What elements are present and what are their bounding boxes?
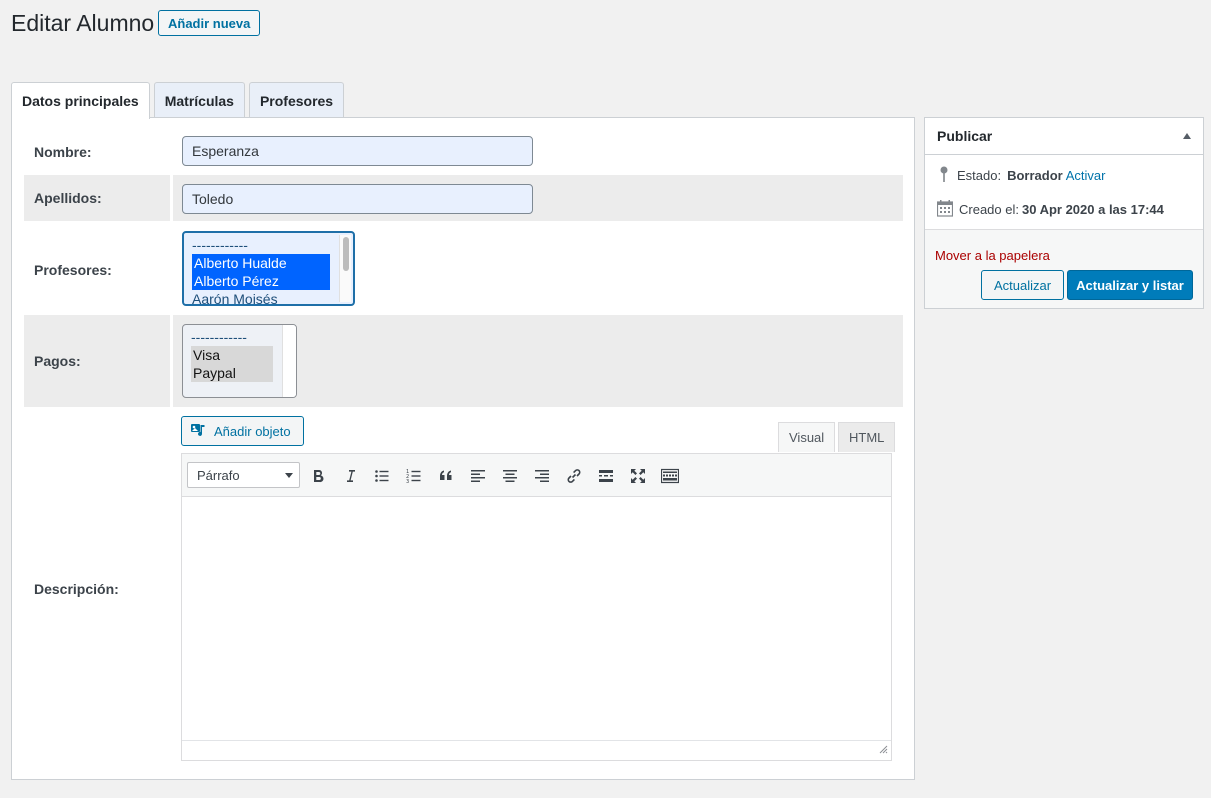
profesores-select[interactable]: ------------ Alberto Hualde Alberto Pére… (182, 231, 355, 306)
link-icon[interactable] (563, 465, 585, 487)
tab-bar: Datos principales Matrículas Profesores (11, 82, 348, 119)
update-and-list-button[interactable]: Actualizar y listar (1067, 270, 1193, 300)
publish-box: Publicar Estado: Borrador Activar Creado… (924, 117, 1204, 309)
publish-actions: Mover a la papelera Actualizar Actualiza… (925, 229, 1203, 308)
profesores-option[interactable]: Alberto Hualde (192, 254, 330, 272)
descripcion-label: Descripción: (34, 581, 119, 597)
format-select[interactable]: Párrafo (187, 462, 300, 488)
tab-matriculas[interactable]: Matrículas (153, 82, 245, 118)
read-more-icon[interactable] (595, 465, 617, 487)
publish-box-header[interactable]: Publicar (925, 118, 1203, 155)
activate-link[interactable]: Activar (1066, 168, 1106, 183)
row-pagos: Pagos: ------------ Visa Paypal (24, 315, 903, 407)
pin-icon (937, 165, 951, 186)
nombre-input[interactable]: Esperanza (182, 136, 533, 166)
update-button[interactable]: Actualizar (981, 270, 1064, 300)
row-apellidos: Apellidos: Toledo (24, 175, 903, 221)
bold-icon[interactable] (307, 465, 329, 487)
bullet-list-icon[interactable] (371, 465, 393, 487)
status-value: Borrador (1007, 168, 1063, 183)
created-value: 30 Apr 2020 a las 17:44 (1021, 202, 1164, 217)
pagos-select[interactable]: ------------ Visa Paypal (182, 324, 297, 398)
tab-profesores[interactable]: Profesores (248, 82, 345, 118)
created-line: Creado el: 30 Apr 2020 a las 17:44 (936, 199, 1164, 220)
blockquote-icon[interactable] (435, 465, 457, 487)
page-title: Editar Alumno (11, 10, 155, 36)
status-label: Estado: (957, 168, 1002, 183)
add-media-label: Añadir objeto (214, 423, 291, 439)
align-right-icon[interactable] (531, 465, 553, 487)
editor-statusbar (182, 740, 891, 760)
created-label: Creado el: (959, 202, 1019, 217)
pagos-option[interactable]: Paypal (191, 364, 273, 382)
pagos-option[interactable]: ------------ (183, 328, 273, 346)
align-left-icon[interactable] (467, 465, 489, 487)
italic-icon[interactable] (339, 465, 361, 487)
profesores-scrollbar[interactable] (339, 235, 351, 302)
resize-handle-icon[interactable] (878, 742, 888, 757)
profesores-label: Profesores: (34, 262, 112, 278)
nombre-label: Nombre: (34, 144, 92, 160)
trash-link[interactable]: Mover a la papelera (935, 248, 1050, 263)
profesores-option[interactable]: Aarón Moisés (184, 290, 353, 304)
chevron-down-icon (285, 473, 293, 478)
row-profesores: Profesores: ------------ Alberto Hualde … (24, 221, 903, 315)
editor-content-area[interactable] (182, 497, 891, 740)
collapse-arrow-icon[interactable] (1183, 133, 1191, 139)
status-line: Estado: Borrador Activar (937, 165, 1105, 186)
description-editor: Párrafo 123 (181, 453, 892, 761)
add-new-button[interactable]: Añadir nueva (158, 10, 261, 36)
apellidos-input[interactable]: Toledo (182, 184, 533, 214)
profesores-option[interactable]: Alberto Pérez (192, 272, 330, 290)
calendar-icon (936, 199, 954, 220)
profesores-option[interactable]: ------------ (184, 236, 324, 254)
media-icon (190, 422, 208, 441)
tab-datos-principales[interactable]: Datos principales (11, 82, 150, 119)
apellidos-label: Apellidos: (34, 190, 102, 206)
align-center-icon[interactable] (499, 465, 521, 487)
row-nombre: Nombre: Esperanza (24, 129, 903, 175)
html-tab[interactable]: HTML (838, 422, 896, 452)
fullscreen-icon[interactable] (627, 465, 649, 487)
format-select-value: Párrafo (197, 467, 240, 483)
publish-title: Publicar (937, 128, 993, 144)
toolbar-toggle-icon[interactable] (659, 465, 681, 487)
visual-tab[interactable]: Visual (778, 422, 836, 452)
numbered-list-icon[interactable]: 123 (403, 465, 425, 487)
editor-toolbar: Párrafo 123 (182, 454, 891, 497)
add-media-button[interactable]: Añadir objeto (181, 416, 304, 446)
pagos-label: Pagos: (34, 353, 81, 369)
svg-text:3: 3 (406, 479, 409, 484)
pagos-option[interactable]: Visa (191, 346, 273, 364)
